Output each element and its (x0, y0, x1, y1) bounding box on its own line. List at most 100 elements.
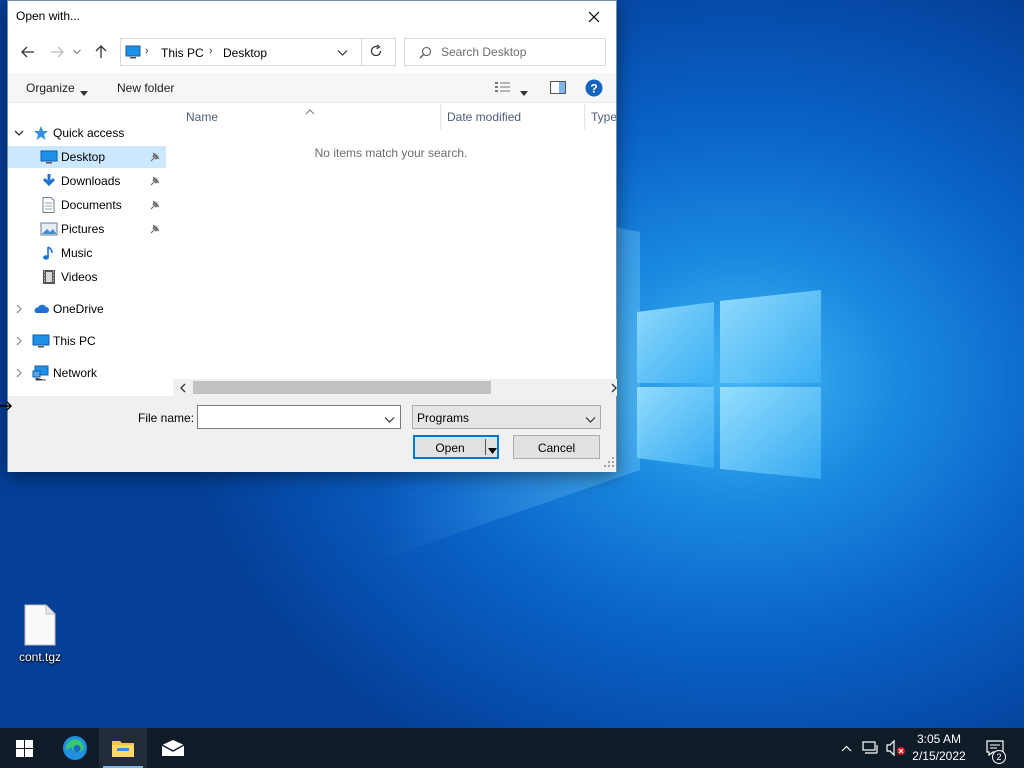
scroll-right-button[interactable] (608, 382, 620, 394)
breadcrumb-this-pc[interactable]: This PC (161, 46, 204, 60)
dialog-titlebar[interactable]: Open with... (8, 1, 616, 32)
chevron-down-icon[interactable] (14, 127, 24, 141)
change-view-button[interactable] (494, 80, 512, 97)
column-header-date-modified[interactable]: Date modified (447, 110, 521, 124)
breadcrumb-desktop[interactable]: Desktop (223, 46, 267, 60)
tree-item-documents[interactable]: Documents (8, 194, 166, 216)
cancel-button[interactable]: Cancel (513, 435, 600, 459)
split-divider (485, 439, 486, 455)
address-dropdown-button[interactable] (337, 46, 348, 60)
pin-icon (150, 223, 160, 237)
navigation-row: › This PC › Desktop (8, 36, 616, 68)
preview-pane-button[interactable] (550, 81, 566, 97)
tree-item-quick-access[interactable]: Quick access (8, 122, 166, 144)
preview-pane-icon (550, 81, 566, 94)
horizontal-scrollbar[interactable] (173, 379, 617, 396)
start-icon (15, 739, 33, 757)
organize-menu[interactable]: Organize (26, 81, 75, 95)
chevron-right-icon[interactable] (14, 335, 24, 349)
tree-item-this-pc[interactable]: This PC (8, 330, 166, 352)
tree-label: Music (61, 246, 93, 260)
column-divider[interactable] (440, 104, 441, 130)
file-explorer-taskbar-button[interactable] (99, 728, 147, 768)
chevron-right-icon[interactable] (14, 367, 24, 381)
file-name-combobox[interactable] (197, 405, 401, 429)
clock[interactable]: 3:05 AM 2/15/2022 (904, 731, 974, 765)
recent-locations-button[interactable] (70, 40, 84, 64)
up-arrow-icon (95, 45, 107, 58)
desktop-file-icon[interactable]: cont.tgz (12, 604, 68, 664)
svg-text:?: ? (590, 82, 597, 96)
tree-label: Desktop (61, 150, 106, 164)
tree-label: Pictures (61, 222, 105, 236)
open-with-dialog: Open with... › This PC › Desktop Search … (7, 0, 617, 472)
open-options-button[interactable] (488, 443, 497, 457)
file-icon (24, 604, 56, 646)
file-type-select[interactable]: Programs (412, 405, 601, 429)
start-button[interactable] (0, 728, 48, 768)
tree-item-pictures[interactable]: Pictures (8, 218, 166, 240)
resize-grip-icon[interactable] (604, 456, 614, 470)
refresh-button[interactable] (369, 44, 383, 61)
close-icon (588, 11, 600, 22)
scrollbar-thumb[interactable] (193, 381, 491, 394)
caret-down-icon (488, 448, 497, 454)
video-icon (40, 269, 58, 288)
pin-icon (150, 199, 160, 213)
up-button[interactable] (90, 40, 112, 64)
network-tray-button[interactable] (860, 728, 882, 768)
tree-label: This PC (53, 334, 96, 348)
search-input[interactable] (439, 43, 599, 61)
tree-item-desktop[interactable]: Desktop (8, 146, 166, 168)
mail-icon (161, 740, 185, 756)
back-button[interactable] (17, 40, 39, 64)
file-name-input[interactable] (202, 409, 380, 425)
tree-item-onedrive[interactable]: OneDrive (8, 298, 166, 320)
navigation-pane: Quick access Desktop Downloads Documents… (8, 104, 166, 396)
desktop-file-label: cont.tgz (18, 650, 62, 664)
tree-label: Quick access (53, 126, 125, 140)
tree-item-downloads[interactable]: Downloads (8, 170, 166, 192)
tree-item-music[interactable]: Music (8, 242, 166, 264)
view-options-button[interactable] (520, 85, 528, 99)
download-icon (40, 173, 58, 192)
resize-cursor-icon (0, 400, 12, 415)
caret-down-icon (520, 91, 528, 96)
tree-item-videos[interactable]: Videos (8, 266, 166, 288)
scroll-left-button[interactable] (177, 382, 189, 394)
chevron-right-icon[interactable] (14, 303, 24, 317)
edge-taskbar-button[interactable] (51, 728, 99, 768)
column-header-type[interactable]: Type (591, 110, 617, 124)
show-hidden-icons-button[interactable] (836, 728, 856, 768)
open-button[interactable]: Open (413, 435, 499, 459)
open-button-label: Open (435, 441, 465, 455)
file-list[interactable]: Name Date modified Type No items match y… (166, 104, 617, 396)
forward-button[interactable] (46, 40, 68, 64)
column-header-name[interactable]: Name (186, 110, 218, 124)
tree-label: Videos (61, 270, 98, 284)
clock-time: 3:05 AM (916, 732, 962, 746)
computer-icon (125, 45, 141, 62)
clock-date: 2/15/2022 (912, 749, 966, 763)
pictures-icon (40, 221, 58, 240)
close-button[interactable] (572, 1, 616, 32)
search-box[interactable] (404, 38, 606, 66)
breadcrumb-separator: › (145, 45, 149, 57)
tree-label: OneDrive (53, 302, 104, 316)
tree-item-network[interactable]: Network (8, 362, 166, 384)
help-button[interactable]: ? (585, 79, 603, 100)
file-name-dropdown-button[interactable] (384, 413, 395, 427)
forward-arrow-icon (51, 46, 64, 58)
taskbar: 3:05 AM 2/15/2022 2 (0, 728, 1024, 768)
star-icon (33, 125, 49, 144)
volume-muted-icon (886, 740, 905, 756)
address-bar[interactable]: › This PC › Desktop (120, 38, 396, 66)
column-divider[interactable] (584, 104, 585, 130)
caret-down-icon (80, 85, 88, 99)
network-icon (32, 365, 50, 384)
file-explorer-icon (112, 741, 134, 757)
new-folder-button[interactable]: New folder (117, 81, 174, 95)
mail-taskbar-button[interactable] (149, 728, 197, 768)
divider (361, 39, 362, 65)
tree-label: Downloads (61, 174, 121, 188)
